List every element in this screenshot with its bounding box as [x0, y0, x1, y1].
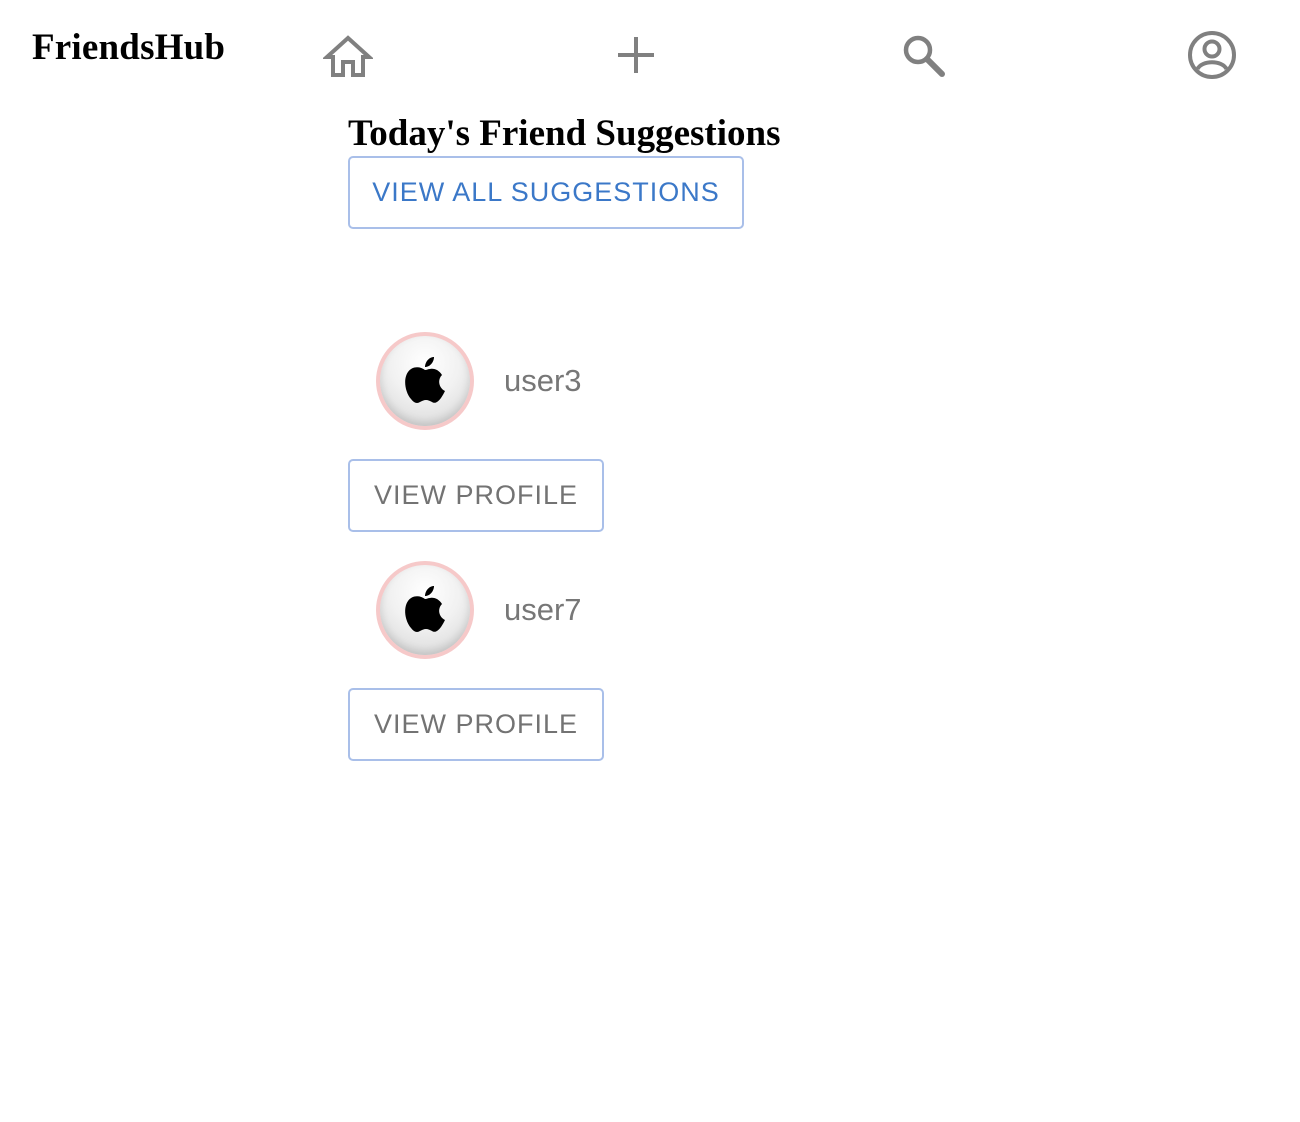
- search-nav-button[interactable]: [895, 27, 951, 83]
- home-nav-button[interactable]: [320, 27, 376, 83]
- apple-logo-icon: [405, 357, 445, 403]
- view-all-suggestions-button[interactable]: VIEW ALL SUGGESTIONS: [348, 156, 744, 229]
- page-title: Today's Friend Suggestions: [348, 113, 781, 154]
- profile-nav-button[interactable]: [1184, 27, 1240, 83]
- friendshub-page: FriendsHub Today's Friend Suggestions VI…: [0, 0, 1300, 1122]
- account-circle-icon: [1188, 31, 1236, 79]
- home-icon: [323, 35, 373, 77]
- view-profile-button[interactable]: VIEW PROFILE: [348, 459, 604, 532]
- view-profile-button[interactable]: VIEW PROFILE: [348, 688, 604, 761]
- add-nav-button[interactable]: [608, 27, 664, 83]
- add-icon: [618, 37, 654, 73]
- suggestion-username: user7: [504, 592, 582, 627]
- brand-logo[interactable]: FriendsHub: [32, 26, 225, 70]
- avatar[interactable]: [376, 561, 474, 659]
- avatar[interactable]: [376, 332, 474, 430]
- apple-logo-icon: [405, 586, 445, 632]
- suggestion-username: user3: [504, 363, 582, 398]
- search-icon: [903, 35, 945, 77]
